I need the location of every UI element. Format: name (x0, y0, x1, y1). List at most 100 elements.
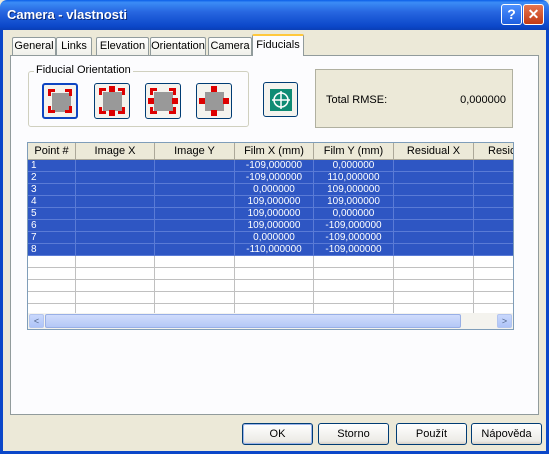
table-cell[interactable] (76, 160, 155, 172)
table-cell[interactable] (76, 220, 155, 232)
orientation-button-1[interactable] (42, 83, 78, 119)
table-cell[interactable] (394, 268, 474, 280)
table-cell[interactable]: -110,000000 (235, 244, 314, 256)
table-cell[interactable] (394, 292, 474, 304)
table-cell[interactable] (474, 256, 513, 268)
table-cell[interactable] (235, 292, 314, 304)
empty-table-row[interactable] (28, 256, 513, 268)
table-cell[interactable] (28, 292, 76, 304)
table-cell[interactable]: 4 (28, 196, 76, 208)
scroll-right-icon[interactable]: > (497, 314, 512, 328)
column-header-film-y[interactable]: Film Y (mm) (314, 143, 394, 160)
table-cell[interactable] (394, 280, 474, 292)
table-cell[interactable] (76, 232, 155, 244)
table-cell[interactable] (314, 256, 394, 268)
column-header-image-y[interactable]: Image Y (155, 143, 235, 160)
table-cell[interactable] (155, 208, 235, 220)
table-cell[interactable] (76, 292, 155, 304)
close-button[interactable]: ✕ (523, 4, 544, 25)
table-cell[interactable] (155, 172, 235, 184)
table-cell[interactable]: 109,000000 (235, 208, 314, 220)
table-row[interactable]: 8 -110,000000 -109,000000 (28, 244, 513, 256)
column-header-residual-y[interactable]: Resic (474, 143, 513, 160)
table-cell[interactable]: 0,000000 (235, 232, 314, 244)
table-row[interactable]: 5 109,000000 0,000000 (28, 208, 513, 220)
table-row[interactable]: 3 0,000000 109,000000 (28, 184, 513, 196)
apply-button[interactable]: Použít (396, 423, 467, 445)
tab-links[interactable]: Links (56, 37, 92, 55)
tab-camera[interactable]: Camera (208, 37, 252, 55)
table-cell[interactable]: -109,000000 (314, 220, 394, 232)
table-cell[interactable] (155, 244, 235, 256)
column-header-point[interactable]: Point # (28, 143, 76, 160)
table-cell[interactable] (155, 196, 235, 208)
table-cell[interactable] (28, 256, 76, 268)
empty-table-row[interactable] (28, 292, 513, 304)
table-cell[interactable]: -109,000000 (235, 160, 314, 172)
table-cell[interactable] (76, 196, 155, 208)
table-cell[interactable]: 8 (28, 244, 76, 256)
table-row[interactable]: 1 -109,000000 0,000000 (28, 160, 513, 172)
table-cell[interactable] (155, 184, 235, 196)
table-cell[interactable] (474, 280, 513, 292)
table-cell[interactable] (394, 208, 474, 220)
table-cell[interactable] (474, 232, 513, 244)
table-cell[interactable] (155, 256, 235, 268)
table-row[interactable]: 7 0,000000 -109,000000 (28, 232, 513, 244)
table-cell[interactable]: 1 (28, 160, 76, 172)
table-cell[interactable] (76, 280, 155, 292)
table-cell[interactable] (155, 268, 235, 280)
table-cell[interactable]: 3 (28, 184, 76, 196)
table-cell[interactable] (314, 280, 394, 292)
table-cell[interactable]: 0,000000 (314, 160, 394, 172)
table-cell[interactable]: 110,000000 (314, 172, 394, 184)
table-cell[interactable] (474, 292, 513, 304)
table-cell[interactable]: 6 (28, 220, 76, 232)
cancel-button[interactable]: Storno (318, 423, 389, 445)
empty-table-row[interactable] (28, 280, 513, 292)
table-cell[interactable] (394, 196, 474, 208)
ok-button[interactable]: OK (242, 423, 313, 445)
table-cell[interactable]: 0,000000 (314, 208, 394, 220)
table-cell[interactable]: 109,000000 (235, 220, 314, 232)
table-cell[interactable] (394, 160, 474, 172)
table-cell[interactable] (235, 280, 314, 292)
table-row[interactable]: 4 109,000000 109,000000 (28, 196, 513, 208)
table-cell[interactable] (28, 280, 76, 292)
table-cell[interactable] (474, 268, 513, 280)
table-cell[interactable] (474, 220, 513, 232)
tab-fiducials[interactable]: Fiducials (252, 34, 304, 56)
table-cell[interactable]: -109,000000 (314, 232, 394, 244)
table-cell[interactable]: 2 (28, 172, 76, 184)
empty-table-row[interactable] (28, 268, 513, 280)
table-cell[interactable] (76, 172, 155, 184)
orientation-button-2[interactable] (94, 83, 130, 119)
column-header-residual-x[interactable]: Residual X (394, 143, 474, 160)
table-cell[interactable] (76, 268, 155, 280)
tab-elevation[interactable]: Elevation (96, 37, 149, 55)
table-cell[interactable] (314, 292, 394, 304)
column-header-film-x[interactable]: Film X (mm) (235, 143, 314, 160)
table-cell[interactable] (474, 208, 513, 220)
table-cell[interactable] (155, 220, 235, 232)
table-cell[interactable] (394, 244, 474, 256)
table-cell[interactable] (394, 172, 474, 184)
table-cell[interactable] (235, 256, 314, 268)
column-header-image-x[interactable]: Image X (76, 143, 155, 160)
tab-orientation[interactable]: Orientation (150, 37, 206, 55)
table-cell[interactable]: 109,000000 (314, 184, 394, 196)
table-cell[interactable] (394, 184, 474, 196)
table-cell[interactable] (394, 220, 474, 232)
table-row[interactable]: 2 -109,000000 110,000000 (28, 172, 513, 184)
table-cell[interactable] (76, 208, 155, 220)
table-cell[interactable]: 5 (28, 208, 76, 220)
table-cell[interactable] (474, 196, 513, 208)
table-cell[interactable]: -109,000000 (314, 244, 394, 256)
scroll-thumb[interactable] (45, 314, 461, 328)
table-cell[interactable] (28, 268, 76, 280)
help-button[interactable]: Nápověda (471, 423, 542, 445)
table-cell[interactable] (76, 256, 155, 268)
table-cell[interactable]: 109,000000 (235, 196, 314, 208)
orientation-button-3[interactable] (145, 83, 181, 119)
horizontal-scrollbar[interactable]: < > (28, 313, 513, 329)
